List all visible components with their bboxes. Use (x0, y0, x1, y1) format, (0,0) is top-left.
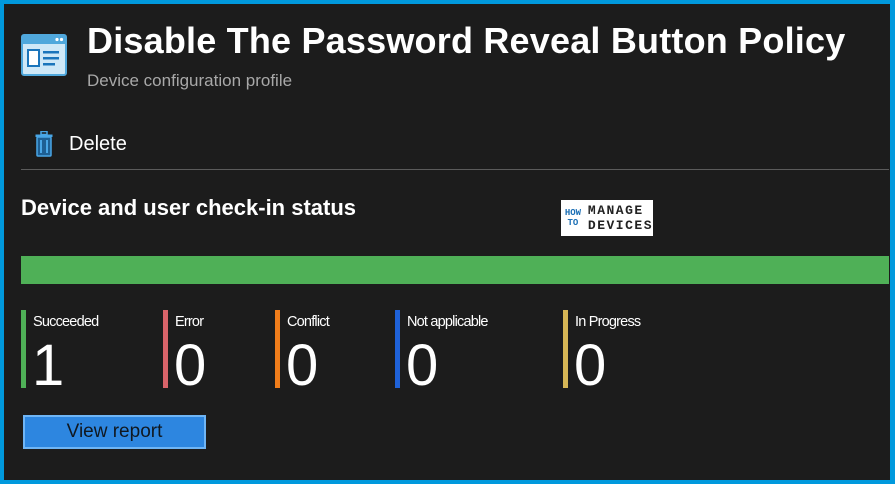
logo-how-to: HOW TO (564, 208, 582, 228)
status-color-bar (163, 310, 168, 388)
blade-panel: Disable The Password Reveal Button Polic… (4, 4, 890, 480)
view-report-button[interactable]: View report (23, 415, 206, 449)
stat-value: 0 (286, 333, 319, 398)
status-color-bar (395, 310, 400, 388)
trash-icon (35, 131, 53, 157)
progress-fill-succeeded (21, 256, 889, 284)
stat-label: Conflict (287, 314, 330, 330)
page-header: Disable The Password Reveal Button Polic… (5, 5, 889, 105)
stat-label: Error (175, 314, 204, 330)
delete-button[interactable]: Delete (35, 127, 127, 161)
stat-value: 0 (174, 333, 207, 398)
stat-value: 0 (574, 333, 607, 398)
stat-label: Not applicable (407, 314, 489, 330)
stat-value: 1 (32, 333, 65, 398)
stat-label: In Progress (575, 314, 641, 330)
howtomanagedevices-logo: HOW TO MANAGE DEVICES (561, 200, 653, 236)
page-title: Disable The Password Reveal Button Polic… (87, 20, 846, 61)
logo-brand: MANAGE DEVICES (587, 203, 653, 233)
divider (21, 169, 889, 170)
stat-label: Succeeded (33, 314, 99, 330)
status-color-bar (563, 310, 568, 388)
status-color-bar (275, 310, 280, 388)
stat-value: 0 (406, 333, 439, 398)
command-bar: Delete (5, 120, 889, 170)
check-in-progress-bar (21, 256, 889, 284)
page-subtitle: Device configuration profile (87, 71, 293, 90)
status-color-bar (21, 310, 26, 388)
profile-window-icon (21, 34, 67, 76)
section-title: Device and user check-in status (21, 195, 357, 220)
delete-label: Delete (69, 132, 127, 155)
